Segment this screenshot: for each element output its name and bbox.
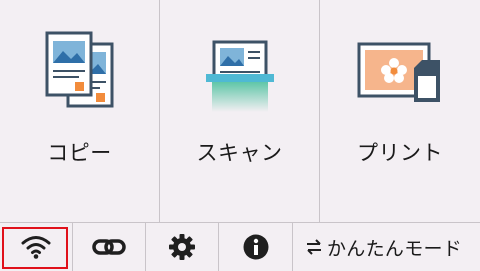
print-photo-icon bbox=[320, 30, 480, 122]
link-icon bbox=[92, 239, 126, 255]
print-label: プリント bbox=[357, 141, 443, 165]
wifi-button[interactable] bbox=[0, 223, 73, 271]
scan-label: スキャン bbox=[196, 141, 283, 165]
info-icon bbox=[243, 234, 268, 260]
easy-mode-label: かんたんモード bbox=[327, 237, 463, 260]
copy-icon bbox=[0, 30, 160, 122]
link-button[interactable] bbox=[73, 223, 146, 271]
selection-outline bbox=[2, 227, 68, 269]
swap-arrows-icon bbox=[307, 239, 321, 255]
print-tile[interactable]: プリント bbox=[320, 0, 480, 222]
function-tiles: コピー スキャン プリント bbox=[0, 0, 480, 222]
bottom-bar: かんたんモード bbox=[0, 222, 480, 271]
info-button[interactable] bbox=[219, 223, 293, 271]
scan-tile[interactable]: スキャン bbox=[160, 0, 320, 222]
settings-button[interactable] bbox=[146, 223, 219, 271]
easy-mode-button[interactable]: かんたんモード bbox=[293, 223, 480, 271]
copy-tile[interactable]: コピー bbox=[0, 0, 160, 222]
gear-icon bbox=[169, 234, 195, 260]
copy-label: コピー bbox=[47, 141, 112, 165]
scan-icon bbox=[160, 30, 320, 122]
